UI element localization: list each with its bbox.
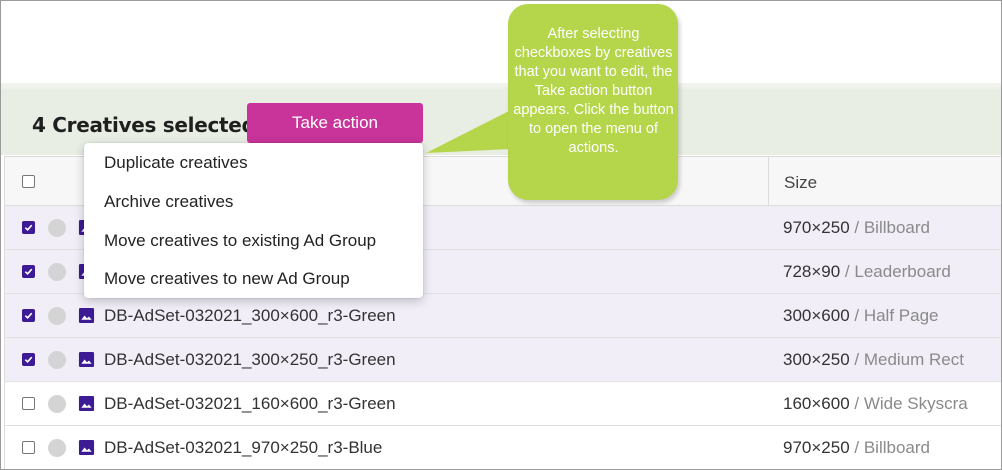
column-header-size-label: Size xyxy=(784,173,818,192)
page-header-area xyxy=(1,1,1001,83)
size-value: 970×250 xyxy=(783,438,850,457)
size-type: / Medium Rect xyxy=(849,350,964,369)
column-header-size[interactable]: Size xyxy=(768,157,1001,206)
row-checkbox[interactable] xyxy=(22,441,35,454)
size-value: 728×90 xyxy=(783,262,841,281)
image-icon xyxy=(78,439,95,456)
screenshot-frame: 4 Creatives selected Take action Size 97… xyxy=(0,0,1002,470)
status-dot-icon xyxy=(48,219,66,237)
image-icon xyxy=(78,307,95,324)
table-row[interactable]: DB-AdSet-032021_300×600_r3-Green 300×600… xyxy=(5,294,1001,338)
size-value: 300×600 xyxy=(783,306,850,325)
row-checkbox[interactable] xyxy=(22,221,35,234)
table-row[interactable]: DB-AdSet-032021_300×250_r3-Green 300×250… xyxy=(5,338,1001,382)
take-action-menu: Duplicate creatives Archive creatives Mo… xyxy=(84,143,423,298)
menu-item-move-to-new-ad-group[interactable]: Move creatives to new Ad Group xyxy=(104,269,350,289)
creative-name[interactable]: DB-AdSet-032021_160×600_r3-Green xyxy=(104,394,396,414)
table-row[interactable]: DB-AdSet-032021_970×250_r3-Blue 970×250 … xyxy=(5,426,1001,469)
row-checkbox[interactable] xyxy=(22,353,35,366)
check-icon xyxy=(24,312,33,320)
size-type: / Wide Skyscra xyxy=(849,394,968,413)
menu-item-duplicate-creatives[interactable]: Duplicate creatives xyxy=(104,153,248,173)
menu-item-archive-creatives[interactable]: Archive creatives xyxy=(104,192,233,212)
status-dot-icon xyxy=(48,307,66,325)
status-dot-icon xyxy=(48,439,66,457)
status-dot-icon xyxy=(48,351,66,369)
creative-name[interactable]: DB-AdSet-032021_970×250_r3-Blue xyxy=(104,438,382,458)
size-type: / Leaderboard xyxy=(840,262,951,281)
annotation-callout-text: After selecting checkboxes by creatives … xyxy=(513,26,674,156)
row-checkbox[interactable] xyxy=(22,309,35,322)
image-icon xyxy=(78,395,95,412)
row-checkbox[interactable] xyxy=(22,397,35,410)
size-type: / Billboard xyxy=(849,438,930,457)
size-type: / Billboard xyxy=(849,218,930,237)
creative-size: 160×600 / Wide Skyscra xyxy=(783,394,968,414)
image-icon xyxy=(78,351,95,368)
creative-size: 300×250 / Medium Rect xyxy=(783,350,964,370)
creative-size: 970×250 / Billboard xyxy=(783,438,930,458)
selection-count: 4 Creatives selected xyxy=(32,113,256,137)
creative-size: 970×250 / Billboard xyxy=(783,218,930,238)
creative-size: 300×600 / Half Page xyxy=(783,306,938,326)
check-icon xyxy=(24,268,33,276)
menu-item-move-to-existing-ad-group[interactable]: Move creatives to existing Ad Group xyxy=(104,231,376,251)
status-dot-icon xyxy=(48,263,66,281)
size-value: 300×250 xyxy=(783,350,850,369)
table-row[interactable]: DB-AdSet-032021_160×600_r3-Green 160×600… xyxy=(5,382,1001,426)
size-value: 160×600 xyxy=(783,394,850,413)
take-action-button[interactable]: Take action xyxy=(247,103,423,143)
size-type: / Half Page xyxy=(849,306,939,325)
creative-name[interactable]: DB-AdSet-032021_300×600_r3-Green xyxy=(104,306,396,326)
check-icon xyxy=(24,224,33,232)
check-icon xyxy=(24,356,33,364)
select-all-checkbox[interactable] xyxy=(22,175,35,188)
creative-size: 728×90 / Leaderboard xyxy=(783,262,951,282)
creative-name[interactable]: DB-AdSet-032021_300×250_r3-Green xyxy=(104,350,396,370)
status-dot-icon xyxy=(48,395,66,413)
size-value: 970×250 xyxy=(783,218,850,237)
row-checkbox[interactable] xyxy=(22,265,35,278)
